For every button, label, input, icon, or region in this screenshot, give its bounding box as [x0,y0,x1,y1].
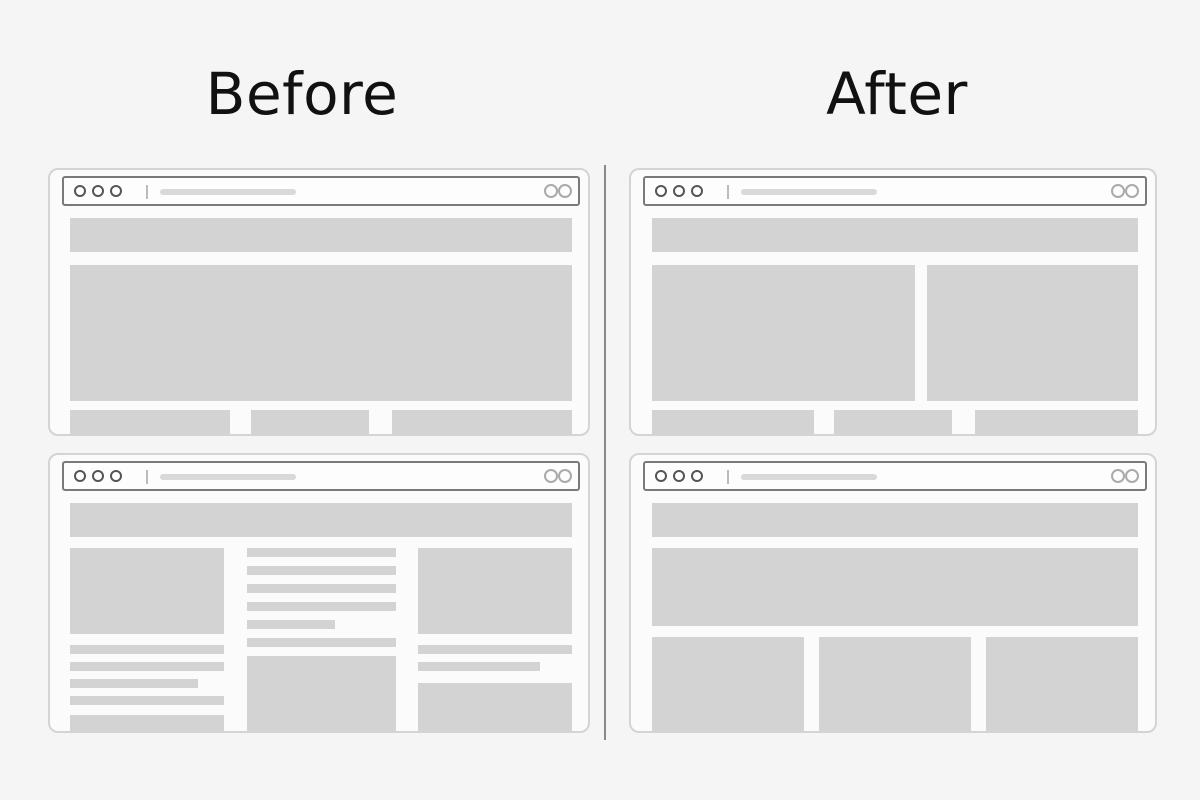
footer-block [70,410,230,434]
reload-icon [1111,184,1125,198]
window-dot-icon [655,185,667,197]
url-placeholder [160,474,296,480]
center-divider [604,165,606,740]
hero-block [652,548,1138,626]
browser-address-bar [62,461,580,491]
window-dot-icon [74,470,86,482]
footer-block [834,410,952,434]
image-block [247,656,396,731]
after-wireframe-bottom [629,453,1157,733]
menu-icon [558,184,572,198]
before-wireframe-bottom [48,453,590,733]
image-block [418,548,572,634]
text-line [418,662,540,671]
hero-block [70,265,572,401]
address-separator [146,470,148,484]
address-separator [727,185,729,199]
text-line [70,645,224,654]
reload-icon [1111,469,1125,483]
menu-icon [1125,184,1139,198]
after-wireframe-top [629,168,1157,436]
browser-address-bar [643,461,1147,491]
text-line [247,602,396,611]
footer-block [652,410,814,434]
text-line [418,645,572,654]
window-dot-icon [110,470,122,482]
url-placeholder [741,474,877,480]
card-block [652,637,804,731]
after-title: After [826,60,968,128]
browser-address-bar [62,176,580,206]
image-block [70,548,224,634]
window-dot-icon [673,470,685,482]
before-wireframe-top [48,168,590,436]
address-separator [727,470,729,484]
image-block [418,683,572,731]
text-line [247,566,396,575]
window-dot-icon [92,185,104,197]
content-block-left [652,265,915,401]
window-dot-icon [74,185,86,197]
header-block [652,218,1138,252]
url-placeholder [160,189,296,195]
window-dot-icon [691,470,703,482]
text-line [70,696,224,705]
header-block [70,503,572,537]
text-line [247,620,335,629]
window-dot-icon [110,185,122,197]
window-dot-icon [673,185,685,197]
address-separator [146,185,148,199]
menu-icon [558,469,572,483]
window-dot-icon [655,470,667,482]
window-dot-icon [691,185,703,197]
text-line [247,638,396,647]
before-title: Before [205,60,399,128]
card-block [819,637,971,731]
reload-icon [544,184,558,198]
header-block [652,503,1138,537]
url-placeholder [741,189,877,195]
footer-block [251,410,369,434]
text-line [70,679,198,688]
content-block-right [927,265,1138,401]
footer-block [392,410,572,434]
menu-icon [1125,469,1139,483]
text-line [247,548,396,557]
text-line [247,584,396,593]
browser-address-bar [643,176,1147,206]
footer-block [975,410,1138,434]
reload-icon [544,469,558,483]
window-dot-icon [92,470,104,482]
text-line [70,715,224,731]
text-line [70,662,224,671]
card-block [986,637,1138,731]
header-block [70,218,572,252]
